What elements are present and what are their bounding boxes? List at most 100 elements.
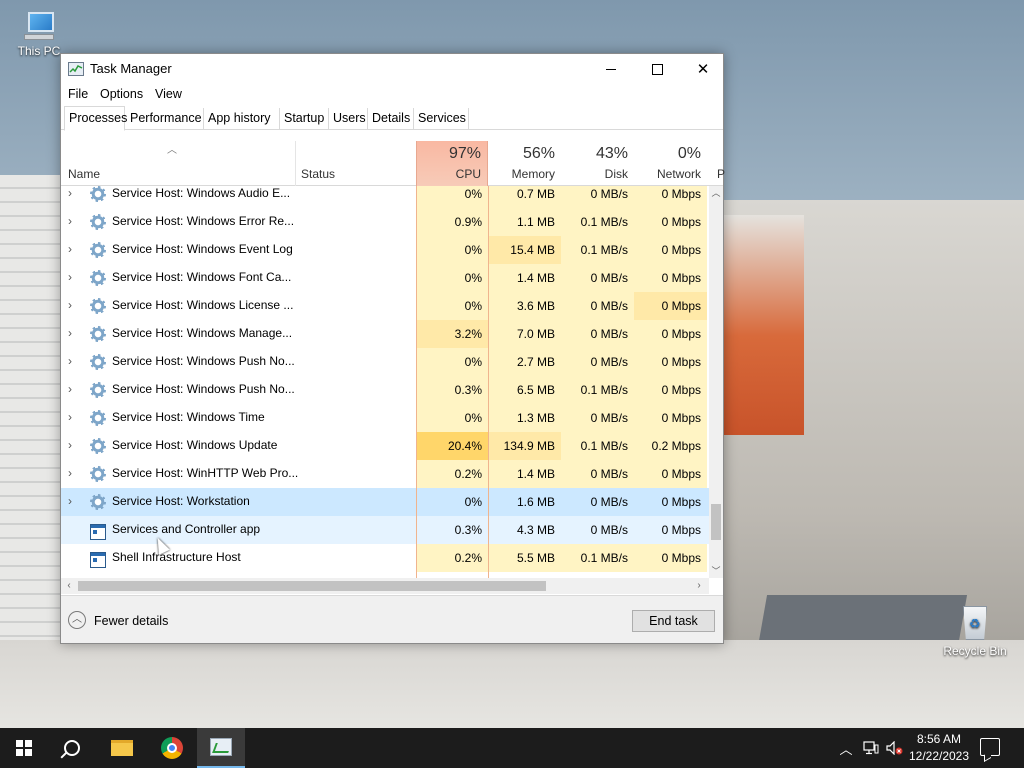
column-disk[interactable]: 43% Disk [561, 141, 634, 186]
chevron-right-icon[interactable]: › [68, 410, 72, 424]
process-name: Service Host: Windows License ... [112, 298, 294, 312]
chevron-right-icon[interactable]: › [68, 382, 72, 396]
table-row-selected[interactable]: › Service Host: Workstation 0% 1.6 MB 0 … [61, 488, 709, 516]
tab-performance[interactable]: Performance [126, 108, 204, 130]
table-row[interactable]: › Service Host: Windows License ... 0% 3… [61, 292, 709, 320]
cpu-cell: 20.4% [416, 432, 488, 460]
vertical-scroll-thumb[interactable] [711, 504, 721, 540]
task-manager-icon [68, 62, 84, 76]
table-row[interactable]: › Service Host: Windows Push No... 0% 2.… [61, 348, 709, 376]
tab-details[interactable]: Details [368, 108, 414, 130]
network-cell: 0 Mbps [661, 523, 701, 537]
volume-muted-icon[interactable] [884, 728, 906, 768]
network-cell: 0 Mbps [634, 208, 707, 236]
horizontal-scrollbar[interactable]: ‹ › [61, 578, 709, 594]
chevron-right-icon[interactable]: › [68, 298, 72, 312]
desktop-icon-this-pc[interactable]: This PC [4, 12, 74, 58]
gear-icon [90, 410, 106, 426]
memory-cell: 1.1 MB [488, 208, 561, 236]
scroll-right-icon[interactable]: › [691, 578, 707, 594]
chrome-button[interactable] [148, 728, 196, 768]
chevron-right-icon[interactable]: › [68, 466, 72, 480]
column-network[interactable]: 0% Network [634, 141, 707, 186]
end-task-button[interactable]: End task [632, 610, 715, 632]
sort-ascending-icon: ︿ [167, 145, 177, 156]
maximize-button[interactable] [634, 54, 680, 84]
table-row[interactable]: › Service Host: Windows Error Re... 0.9%… [61, 208, 709, 236]
network-cell: 0 Mbps [634, 404, 707, 432]
title-bar[interactable]: Task Manager ✕ [61, 54, 723, 84]
chevron-right-icon[interactable]: › [68, 326, 72, 340]
wallpaper-sign [724, 215, 804, 435]
menu-options[interactable]: Options [100, 87, 143, 101]
chevron-right-icon[interactable]: › [68, 242, 72, 256]
column-name[interactable]: Name [68, 167, 100, 181]
menu-file[interactable]: File [68, 87, 88, 101]
table-row[interactable]: › Service Host: Windows Audio E... 0% 0.… [61, 186, 709, 208]
chevron-right-icon[interactable]: › [68, 494, 72, 508]
column-power-partial[interactable]: P [717, 167, 725, 181]
fewer-details-link[interactable]: Fewer details [94, 614, 168, 628]
memory-total: 56% [522, 145, 555, 162]
menu-bar: File Options View [61, 84, 723, 106]
column-cpu[interactable]: 97% CPU [416, 141, 488, 186]
network-cell: 0 Mbps [661, 495, 701, 509]
vertical-scrollbar[interactable]: ︿ ﹀ [709, 186, 723, 578]
scroll-up-icon[interactable]: ︿ [709, 186, 723, 200]
tab-app-history[interactable]: App history [204, 108, 280, 130]
table-row[interactable]: › Service Host: Windows Time 0% 1.3 MB 0… [61, 404, 709, 432]
tab-services[interactable]: Services [414, 108, 469, 130]
network-cell: 0 Mbps [634, 320, 707, 348]
disk-cell: 0 MB/s [561, 292, 634, 320]
menu-view[interactable]: View [155, 87, 182, 101]
chevron-right-icon[interactable]: › [68, 186, 72, 200]
clock-time: 8:56 AM [916, 732, 962, 746]
cpu-cell: 0% [416, 404, 488, 432]
memory-label: Memory [511, 167, 555, 181]
desktop-icon-recycle-bin[interactable]: ♻ Recycle Bin [940, 602, 1010, 658]
close-button[interactable]: ✕ [680, 54, 726, 84]
gear-icon [90, 242, 106, 258]
system-clock[interactable]: 8:56 AM 12/22/2023 [904, 731, 974, 765]
column-memory[interactable]: 56% Memory [488, 141, 561, 186]
table-row[interactable]: › Service Host: Windows Push No... 0.3% … [61, 376, 709, 404]
task-manager-window: Task Manager ✕ File Options View Process… [60, 53, 725, 644]
chevron-right-icon[interactable]: › [68, 270, 72, 284]
chevron-up-circle-icon[interactable]: ︿ [68, 611, 86, 629]
cpu-cell: 0.9% [416, 208, 488, 236]
tab-processes[interactable]: Processes [64, 106, 127, 131]
table-row[interactable]: › Service Host: Windows Event Log 0% 15.… [61, 236, 709, 264]
memory-cell: 0.7 MB [488, 186, 561, 208]
start-button[interactable] [0, 728, 48, 768]
file-explorer-icon [111, 740, 133, 756]
tab-users[interactable]: Users [329, 108, 368, 130]
table-row[interactable]: › Service Host: WinHTTP Web Pro... 0.2% … [61, 460, 709, 488]
disk-cell: 0 MB/s [590, 495, 628, 509]
memory-cell: 5.5 MB [488, 544, 561, 572]
cpu-cell: 0% [464, 495, 482, 509]
scroll-left-icon[interactable]: ‹ [61, 578, 77, 594]
search-button[interactable] [48, 728, 96, 768]
gear-icon [90, 354, 106, 370]
scroll-down-icon[interactable]: ﹀ [709, 564, 723, 578]
task-manager-taskbar-button[interactable] [197, 728, 245, 768]
column-status[interactable]: Status [301, 167, 335, 181]
column-divider[interactable] [295, 141, 296, 186]
table-row[interactable]: › Service Host: Windows Update 20.4% 134… [61, 432, 709, 460]
network-cell: 0 Mbps [634, 264, 707, 292]
chevron-right-icon[interactable]: › [68, 354, 72, 368]
horizontal-scroll-thumb[interactable] [78, 581, 546, 591]
table-row[interactable]: › Service Host: Windows Manage... 3.2% 7… [61, 320, 709, 348]
gear-icon [90, 466, 106, 482]
chevron-right-icon[interactable]: › [68, 214, 72, 228]
tab-startup[interactable]: Startup [280, 108, 329, 130]
minimize-button[interactable] [588, 54, 634, 84]
chevron-right-icon[interactable]: › [68, 438, 72, 452]
network-cell: 0.2 Mbps [634, 432, 707, 460]
table-row[interactable]: › Service Host: Windows Font Ca... 0% 1.… [61, 264, 709, 292]
file-explorer-button[interactable] [98, 728, 146, 768]
cpu-cell: 0% [416, 348, 488, 376]
notifications-icon[interactable] [980, 738, 1000, 756]
show-hidden-icons-button[interactable]: ︿ [836, 728, 856, 768]
network-icon[interactable] [860, 728, 882, 768]
